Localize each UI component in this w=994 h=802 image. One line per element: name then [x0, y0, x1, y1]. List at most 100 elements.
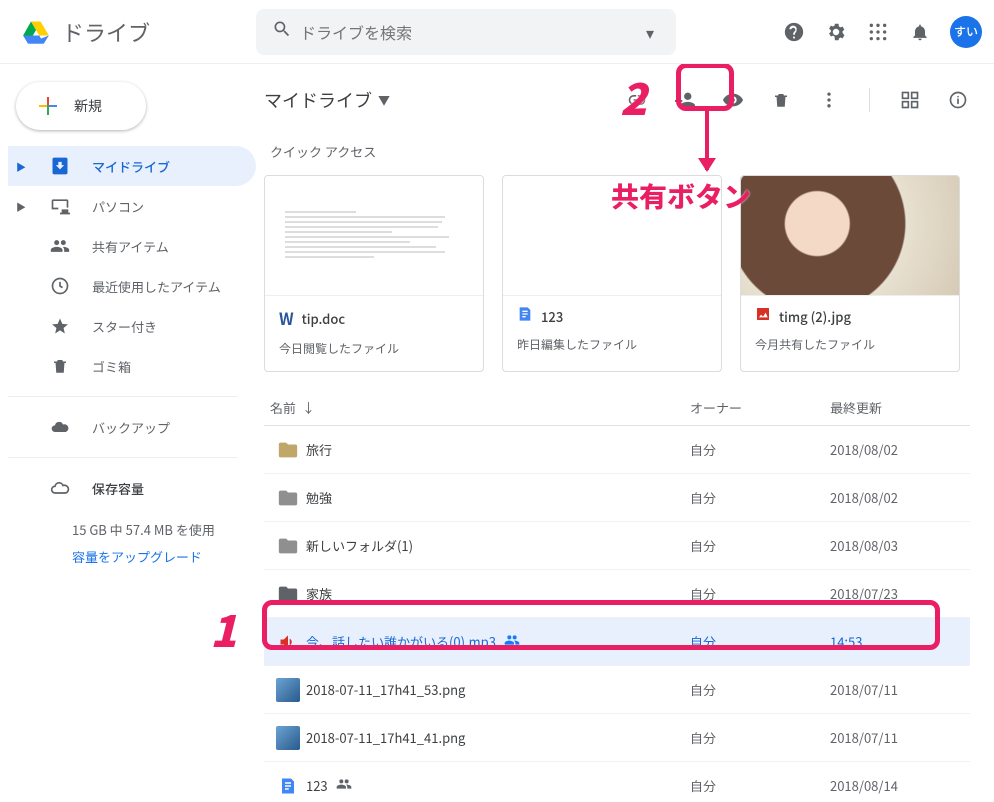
info-icon[interactable]: [946, 88, 970, 112]
sidebar-computers[interactable]: ▶ パソコン: [8, 186, 256, 226]
file-owner: 自分: [690, 488, 830, 507]
cloud-outline-icon: [48, 478, 72, 498]
col-date[interactable]: 最終更新: [830, 398, 970, 417]
sidebar-item-label: 共有アイテム: [92, 237, 169, 256]
file-row[interactable]: 勉強 自分 2018/08/02: [264, 474, 970, 522]
breadcrumb-label: マイドライブ: [264, 87, 372, 113]
header-icons: すい: [782, 16, 982, 48]
sidebar-my-drive[interactable]: ▶ マイドライブ: [8, 146, 256, 186]
file-name: 123: [306, 776, 690, 796]
quick-meta: 今月共有したファイル: [755, 336, 945, 353]
plus-icon: [36, 94, 60, 118]
word-icon: W: [279, 306, 294, 330]
sidebar-starred[interactable]: ▶ スター付き: [8, 306, 256, 346]
file-date: 2018/07/23: [830, 584, 970, 603]
upgrade-link[interactable]: 容量をアップグレード: [72, 547, 256, 566]
folder-grey-icon: [270, 535, 306, 557]
search-bar[interactable]: ▾: [256, 9, 676, 55]
view-grid-icon[interactable]: [898, 88, 922, 112]
thumb-icon: [270, 678, 306, 702]
toolbar: [625, 88, 970, 112]
sidebar-item-label: スター付き: [92, 317, 157, 336]
image-thumb-icon: [276, 726, 300, 750]
new-button-label: 新規: [74, 96, 102, 116]
shared-icon: [336, 776, 352, 796]
sidebar: 新規 ▶ マイドライブ ▶ パソコン ▶ 共有アイテム ▶ 最近使用したアイテム…: [0, 64, 256, 802]
user-avatar[interactable]: すい: [950, 16, 982, 48]
sidebar-shared[interactable]: ▶ 共有アイテム: [8, 226, 256, 266]
folder-grey-icon: [270, 487, 306, 509]
file-owner: 自分: [690, 680, 830, 699]
file-row[interactable]: 旅行 自分 2018/08/02: [264, 426, 970, 474]
preview-icon[interactable]: [721, 88, 745, 112]
file-row[interactable]: 家族 自分 2018/07/23: [264, 570, 970, 618]
star-icon: [48, 316, 72, 336]
preview-thumb: [741, 176, 959, 296]
sidebar-recent[interactable]: ▶ 最近使用したアイテム: [8, 266, 256, 306]
search-dropdown-icon[interactable]: ▾: [632, 20, 668, 44]
file-name: 2018-07-11_17h41_53.png: [306, 680, 690, 699]
file-name: 勉強: [306, 488, 690, 507]
expand-icon[interactable]: ▶: [16, 159, 28, 174]
apps-icon[interactable]: [866, 20, 890, 44]
trash-icon: [48, 357, 72, 375]
help-icon[interactable]: [782, 20, 806, 44]
sidebar-storage[interactable]: ▶ 保存容量: [8, 468, 256, 508]
share-person-icon[interactable]: [673, 88, 697, 112]
more-icon[interactable]: [817, 88, 841, 112]
expand-icon[interactable]: ▶: [16, 199, 28, 214]
file-name: 新しいフォルダ(1): [306, 536, 690, 555]
app-header: ドライブ ▾ すい: [0, 0, 994, 64]
notifications-icon[interactable]: [908, 20, 932, 44]
file-row[interactable]: 新しいフォルダ(1) 自分 2018/08/03: [264, 522, 970, 570]
col-owner[interactable]: オーナー: [690, 398, 830, 417]
delete-icon[interactable]: [769, 88, 793, 112]
preview-thumb: [503, 176, 721, 296]
quick-meta: 昨日編集したファイル: [517, 336, 707, 353]
breadcrumb[interactable]: マイドライブ ▼: [264, 87, 390, 113]
people-icon: [48, 236, 72, 256]
docs-icon: [270, 777, 306, 795]
file-date: 2018/08/14: [830, 776, 970, 795]
audio-icon: [270, 632, 306, 652]
quick-name: timg (2).jpg: [779, 307, 851, 326]
file-date: 14:53: [830, 632, 970, 651]
new-button[interactable]: 新規: [16, 82, 146, 130]
sidebar-item-label: バックアップ: [92, 418, 170, 437]
file-row[interactable]: 123 自分 2018/08/14: [264, 762, 970, 802]
sidebar-trash[interactable]: ▶ ゴミ箱: [8, 346, 256, 386]
folder-brown-icon: [270, 439, 306, 461]
search-input[interactable]: [300, 20, 632, 44]
quick-card-tip[interactable]: Wtip.doc 今日閲覧したファイル: [264, 175, 484, 372]
sidebar-backup[interactable]: ▶ バックアップ: [8, 407, 256, 447]
search-icon: [264, 19, 300, 44]
shared-icon: [504, 632, 520, 652]
link-icon[interactable]: [625, 88, 649, 112]
file-date: 2018/08/03: [830, 536, 970, 555]
file-date: 2018/07/11: [830, 680, 970, 699]
column-header: 名前 ↓ オーナー 最終更新: [264, 398, 970, 426]
devices-icon: [48, 196, 72, 216]
gear-icon[interactable]: [824, 20, 848, 44]
file-name: 2018-07-11_17h41_41.png: [306, 728, 690, 747]
file-list: 旅行 自分 2018/08/02 勉強 自分 2018/08/02 新しいフォル…: [264, 426, 970, 802]
file-owner: 自分: [690, 440, 830, 459]
preview-thumb: [265, 176, 483, 296]
drive-logo-icon: [16, 12, 56, 52]
file-date: 2018/08/02: [830, 488, 970, 507]
image-thumb-icon: [276, 678, 300, 702]
file-row[interactable]: 今、話したい誰かがいる(0).mp3 自分 14:53: [264, 618, 970, 666]
quick-access-label: クイック アクセス: [270, 142, 970, 161]
docs-icon: [517, 306, 533, 326]
logo-group[interactable]: ドライブ: [16, 12, 256, 52]
quick-card-123[interactable]: 123 昨日編集したファイル: [502, 175, 722, 372]
file-row[interactable]: 2018-07-11_17h41_53.png 自分 2018/07/11: [264, 666, 970, 714]
col-name[interactable]: 名前 ↓: [270, 398, 690, 417]
sidebar-item-label: 保存容量: [92, 479, 144, 498]
sidebar-item-label: マイドライブ: [92, 157, 170, 176]
file-owner: 自分: [690, 536, 830, 555]
file-row[interactable]: 2018-07-11_17h41_41.png 自分 2018/07/11: [264, 714, 970, 762]
sidebar-item-label: ゴミ箱: [92, 357, 131, 376]
quick-card-timg[interactable]: timg (2).jpg 今月共有したファイル: [740, 175, 960, 372]
quick-access-row: Wtip.doc 今日閲覧したファイル 123 昨日編集したファイル timg …: [264, 175, 970, 372]
